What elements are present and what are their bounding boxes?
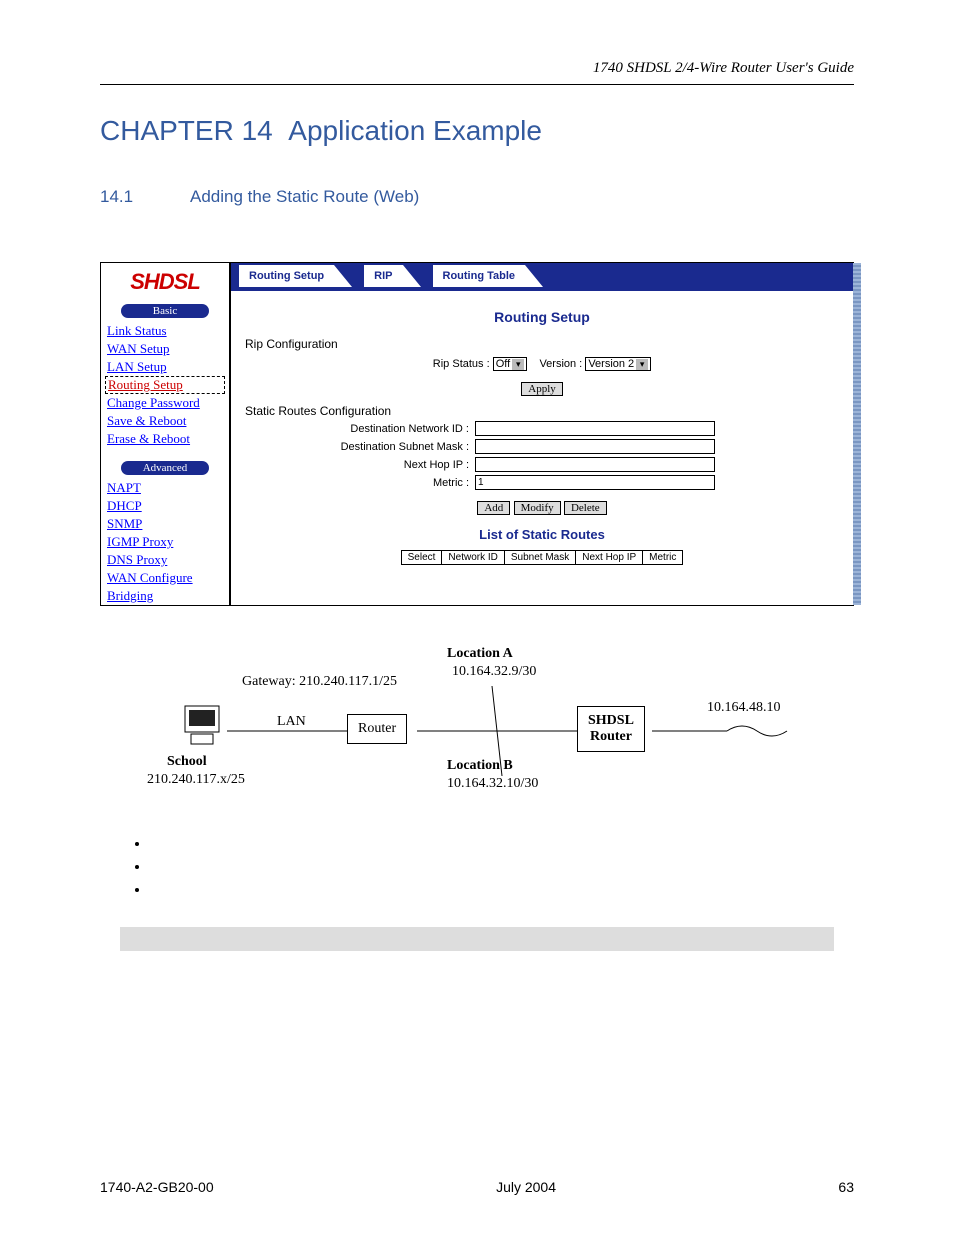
document-page: 1740 SHDSL 2/4-Wire Router User's Guide … xyxy=(0,0,954,1235)
network-diagram: Location A 10.164.32.9/30 Gateway: 210.2… xyxy=(147,636,807,806)
metric-input[interactable]: 1 xyxy=(475,475,715,490)
modify-button[interactable]: Modify xyxy=(514,501,561,515)
chapter-title: CHAPTER 14 Application Example xyxy=(100,115,854,147)
th-next-hop: Next Hop IP xyxy=(576,551,643,565)
dest-mask-input[interactable] xyxy=(475,439,715,454)
sidebar-item-wan-setup[interactable]: WAN Setup xyxy=(101,340,229,358)
main-pane: Routing Setup RIP Routing Table Routing … xyxy=(230,262,854,606)
gateway-label: Gateway: 210.240.117.1/25 xyxy=(242,674,397,690)
sidebar-item-igmp-proxy[interactable]: IGMP Proxy xyxy=(101,533,229,551)
location-a-ip: 10.164.32.9/30 xyxy=(452,664,536,680)
sidebar-group-basic: Basic xyxy=(121,304,209,318)
tab-routing-setup[interactable]: Routing Setup xyxy=(239,265,334,287)
page-footer: 1740-A2-GB20-00 July 2004 63 xyxy=(100,1179,854,1195)
lan-label: LAN xyxy=(277,714,306,730)
footer-doc-id: 1740-A2-GB20-00 xyxy=(100,1179,214,1195)
sidebar-item-dhcp[interactable]: DHCP xyxy=(101,497,229,515)
location-a-label: Location A xyxy=(447,646,513,662)
sidebar-item-routing-setup[interactable]: Routing Setup xyxy=(105,376,225,394)
tab-rip[interactable]: RIP xyxy=(364,265,402,287)
apply-button[interactable]: Apply xyxy=(521,382,563,396)
chevron-down-icon: ▾ xyxy=(636,359,648,370)
chapter-prefix: CHAPTER 14 xyxy=(100,115,273,146)
rip-status-select[interactable]: Off▾ xyxy=(493,357,527,371)
main-body: Routing Setup Rip Configuration Rip Stat… xyxy=(231,291,853,573)
sidebar-item-change-password[interactable]: Change Password xyxy=(101,394,229,412)
remote-ip: 10.164.48.10 xyxy=(707,700,781,716)
th-select: Select xyxy=(401,551,442,565)
router-box: Router xyxy=(347,714,407,744)
section-name: Adding the Static Route (Web) xyxy=(190,187,419,206)
delete-button[interactable]: Delete xyxy=(564,501,607,515)
location-b-label: Location B xyxy=(447,758,513,774)
scrollbar[interactable] xyxy=(853,263,861,605)
chevron-down-icon: ▾ xyxy=(512,359,524,370)
sidebar-item-dns-proxy[interactable]: DNS Proxy xyxy=(101,551,229,569)
add-button[interactable]: Add xyxy=(477,501,510,515)
next-hop-input[interactable] xyxy=(475,457,715,472)
footer-page-number: 63 xyxy=(838,1179,854,1195)
sidebar-item-wan-configure[interactable]: WAN Configure xyxy=(101,569,229,587)
sidebar-item-snmp[interactable]: SNMP xyxy=(101,515,229,533)
bullet-item xyxy=(150,859,854,874)
version-label: Version : xyxy=(539,358,582,370)
web-ui-screenshot: SHDSL Basic Link Status WAN Setup LAN Se… xyxy=(100,262,854,606)
school-label: School xyxy=(167,754,207,770)
footer-date: July 2004 xyxy=(496,1179,556,1195)
th-metric: Metric xyxy=(643,551,683,565)
th-subnet-mask: Subnet Mask xyxy=(504,551,575,565)
dest-mask-label: Destination Subnet Mask : xyxy=(245,441,475,453)
header-rule xyxy=(100,84,854,85)
dest-net-input[interactable] xyxy=(475,421,715,436)
sidebar-item-erase-reboot[interactable]: Erase & Reboot xyxy=(101,430,229,448)
section-title: 14.1Adding the Static Route (Web) xyxy=(100,187,854,207)
bullet-item xyxy=(150,836,854,851)
list-title: List of Static Routes xyxy=(245,527,839,542)
section-number: 14.1 xyxy=(100,187,190,207)
bullet-item xyxy=(150,882,854,897)
sidebar-item-link-status[interactable]: Link Status xyxy=(101,322,229,340)
dest-net-label: Destination Network ID : xyxy=(245,423,475,435)
sidebar-item-lan-setup[interactable]: LAN Setup xyxy=(101,358,229,376)
rip-section-label: Rip Configuration xyxy=(245,337,839,351)
th-network-id: Network ID xyxy=(442,551,504,565)
location-b-ip: 10.164.32.10/30 xyxy=(447,776,538,792)
static-section-label: Static Routes Configuration xyxy=(245,404,839,418)
tab-bar: Routing Setup RIP Routing Table xyxy=(231,263,853,291)
bullet-list xyxy=(150,836,854,897)
version-select[interactable]: Version 2▾ xyxy=(585,357,651,371)
sidebar: SHDSL Basic Link Status WAN Setup LAN Se… xyxy=(100,262,230,606)
tab-routing-table[interactable]: Routing Table xyxy=(433,265,526,287)
sidebar-item-napt[interactable]: NAPT xyxy=(101,479,229,497)
next-hop-label: Next Hop IP : xyxy=(245,459,475,471)
page-title: Routing Setup xyxy=(245,309,839,325)
chapter-name: Application Example xyxy=(288,115,542,146)
metric-label: Metric : xyxy=(245,477,475,489)
rip-status-label: Rip Status : xyxy=(433,358,490,370)
sidebar-item-save-reboot[interactable]: Save & Reboot xyxy=(101,412,229,430)
static-routes-table: Select Network ID Subnet Mask Next Hop I… xyxy=(401,550,684,565)
sidebar-item-bridging[interactable]: Bridging xyxy=(101,587,229,605)
shdsl-router-box: SHDSL Router xyxy=(577,706,645,752)
sidebar-group-advanced: Advanced xyxy=(121,461,209,475)
logo: SHDSL xyxy=(101,263,229,301)
running-header: 1740 SHDSL 2/4-Wire Router User's Guide xyxy=(593,60,854,77)
school-ip: 210.240.117.x/25 xyxy=(147,772,245,788)
highlight-bar xyxy=(120,927,834,951)
